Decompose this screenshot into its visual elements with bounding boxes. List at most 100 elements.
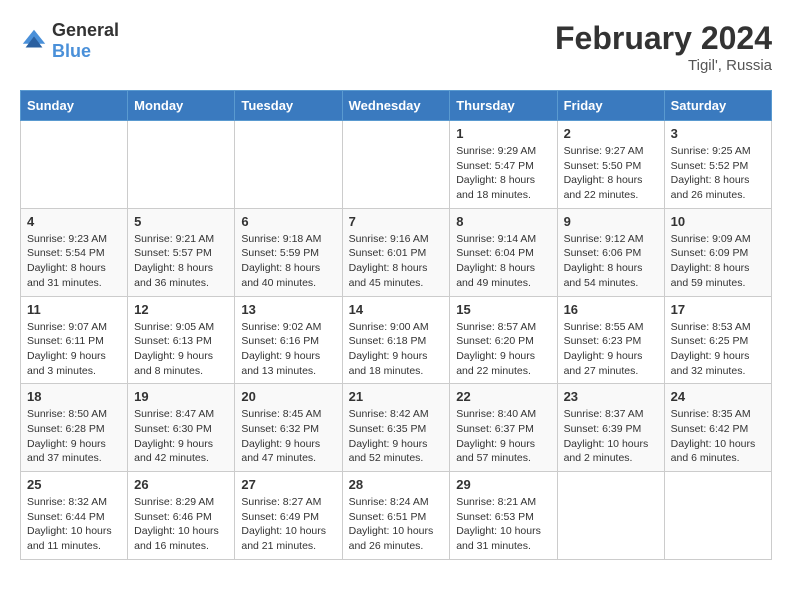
day-number: 9: [564, 214, 658, 229]
logo-text: General Blue: [52, 20, 119, 62]
calendar-cell: 26Sunrise: 8:29 AM Sunset: 6:46 PM Dayli…: [128, 472, 235, 560]
calendar-cell: [664, 472, 771, 560]
calendar-cell: 25 Sunrise: 8:32 AM Sunset: 6:44 PM Dayli…: [21, 472, 128, 560]
day-number: 14: [349, 302, 444, 317]
day-detail: Sunrise: 8:29 AM Sunset: 6:46 PM Dayligh…: [134, 495, 228, 554]
day-number: 12: [134, 302, 228, 317]
day-number: 23: [564, 389, 658, 404]
weekday-row: SundayMondayTuesdayWednesdayThursdayFrid…: [21, 91, 772, 121]
logo: General Blue: [20, 20, 119, 62]
weekday-header-saturday: Saturday: [664, 91, 771, 121]
day-number: 4: [27, 214, 121, 229]
day-detail: Sunrise: 9:12 AM Sunset: 6:06 PM Dayligh…: [564, 232, 658, 291]
day-detail: Sunrise: 9:16 AM Sunset: 6:01 PM Dayligh…: [349, 232, 444, 291]
day-number: 19: [134, 389, 228, 404]
calendar-cell: [342, 121, 450, 209]
weekday-header-thursday: Thursday: [450, 91, 557, 121]
logo-icon: [20, 27, 48, 55]
calendar-cell: 6 Sunrise: 9:18 AM Sunset: 5:59 PM Daylig…: [235, 208, 342, 296]
day-detail: Sunrise: 8:45 AM Sunset: 6:32 PM Dayligh…: [241, 407, 335, 466]
calendar-week-3: 11 Sunrise: 9:07 AM Sunset: 6:11 PM Dayli…: [21, 296, 772, 384]
weekday-header-sunday: Sunday: [21, 91, 128, 121]
location: Tigil', Russia: [555, 57, 772, 74]
day-number: 11: [27, 302, 121, 317]
title-block: February 2024 Tigil', Russia: [555, 20, 772, 74]
logo-blue: Blue: [52, 41, 91, 61]
day-number: 8: [456, 214, 550, 229]
calendar-week-4: 18 Sunrise: 8:50 AM Sunset: 6:28 PM Dayli…: [21, 384, 772, 472]
day-number: 6: [241, 214, 335, 229]
day-number: 22: [456, 389, 550, 404]
day-detail: Sunrise: 8:40 AM Sunset: 6:37 PM Dayligh…: [456, 407, 550, 466]
calendar-cell: [235, 121, 342, 209]
day-detail: Sunrise: 9:02 AM Sunset: 6:16 PM Dayligh…: [241, 320, 335, 379]
day-detail: Sunrise: 8:47 AM Sunset: 6:30 PM Dayligh…: [134, 407, 228, 466]
day-detail: Sunrise: 8:53 AM Sunset: 6:25 PM Dayligh…: [671, 320, 765, 379]
calendar-cell: 23 Sunrise: 8:37 AM Sunset: 6:39 PM Dayli…: [557, 384, 664, 472]
day-detail: Sunrise: 8:32 AM Sunset: 6:44 PM Dayligh…: [27, 495, 121, 554]
day-number: 10: [671, 214, 765, 229]
day-number: 25: [27, 477, 121, 492]
day-number: 13: [241, 302, 335, 317]
calendar-cell: 19 Sunrise: 8:47 AM Sunset: 6:30 PM Dayli…: [128, 384, 235, 472]
calendar-cell: 29Sunrise: 8:21 AM Sunset: 6:53 PM Dayli…: [450, 472, 557, 560]
day-detail: Sunrise: 8:42 AM Sunset: 6:35 PM Dayligh…: [349, 407, 444, 466]
weekday-header-wednesday: Wednesday: [342, 91, 450, 121]
day-detail: Sunrise: 9:14 AM Sunset: 6:04 PM Dayligh…: [456, 232, 550, 291]
calendar-cell: [128, 121, 235, 209]
day-number: 5: [134, 214, 228, 229]
day-number: 1: [456, 126, 550, 141]
calendar-cell: 15Sunrise: 8:57 AM Sunset: 6:20 PM Dayli…: [450, 296, 557, 384]
calendar-week-2: 4 Sunrise: 9:23 AM Sunset: 5:54 PM Daylig…: [21, 208, 772, 296]
day-number: 7: [349, 214, 444, 229]
calendar-cell: 18 Sunrise: 8:50 AM Sunset: 6:28 PM Dayli…: [21, 384, 128, 472]
weekday-header-monday: Monday: [128, 91, 235, 121]
day-detail: Sunrise: 9:25 AM Sunset: 5:52 PM Dayligh…: [671, 144, 765, 203]
day-number: 18: [27, 389, 121, 404]
calendar-week-5: 25 Sunrise: 8:32 AM Sunset: 6:44 PM Dayli…: [21, 472, 772, 560]
weekday-header-tuesday: Tuesday: [235, 91, 342, 121]
day-detail: Sunrise: 9:07 AM Sunset: 6:11 PM Dayligh…: [27, 320, 121, 379]
day-detail: Sunrise: 9:29 AM Sunset: 5:47 PM Dayligh…: [456, 144, 550, 203]
weekday-header-friday: Friday: [557, 91, 664, 121]
calendar-cell: 24Sunrise: 8:35 AM Sunset: 6:42 PM Dayli…: [664, 384, 771, 472]
day-number: 28: [349, 477, 444, 492]
calendar-cell: 14Sunrise: 9:00 AM Sunset: 6:18 PM Dayli…: [342, 296, 450, 384]
day-detail: Sunrise: 9:05 AM Sunset: 6:13 PM Dayligh…: [134, 320, 228, 379]
calendar-cell: 21Sunrise: 8:42 AM Sunset: 6:35 PM Dayli…: [342, 384, 450, 472]
day-detail: Sunrise: 8:35 AM Sunset: 6:42 PM Dayligh…: [671, 407, 765, 466]
page-header: General Blue February 2024 Tigil', Russi…: [20, 20, 772, 74]
calendar-cell: 9 Sunrise: 9:12 AM Sunset: 6:06 PM Daylig…: [557, 208, 664, 296]
calendar-cell: 27 Sunrise: 8:27 AM Sunset: 6:49 PM Dayli…: [235, 472, 342, 560]
day-detail: Sunrise: 9:09 AM Sunset: 6:09 PM Dayligh…: [671, 232, 765, 291]
day-detail: Sunrise: 9:18 AM Sunset: 5:59 PM Dayligh…: [241, 232, 335, 291]
calendar-cell: 5 Sunrise: 9:21 AM Sunset: 5:57 PM Daylig…: [128, 208, 235, 296]
day-detail: Sunrise: 8:55 AM Sunset: 6:23 PM Dayligh…: [564, 320, 658, 379]
day-number: 27: [241, 477, 335, 492]
calendar-cell: 4 Sunrise: 9:23 AM Sunset: 5:54 PM Daylig…: [21, 208, 128, 296]
day-number: 3: [671, 126, 765, 141]
day-detail: Sunrise: 8:37 AM Sunset: 6:39 PM Dayligh…: [564, 407, 658, 466]
calendar-cell: 22 Sunrise: 8:40 AM Sunset: 6:37 PM Dayli…: [450, 384, 557, 472]
calendar-cell: 10 Sunrise: 9:09 AM Sunset: 6:09 PM Dayli…: [664, 208, 771, 296]
day-detail: Sunrise: 9:21 AM Sunset: 5:57 PM Dayligh…: [134, 232, 228, 291]
day-number: 17: [671, 302, 765, 317]
day-number: 20: [241, 389, 335, 404]
calendar-cell: 8 Sunrise: 9:14 AM Sunset: 6:04 PM Daylig…: [450, 208, 557, 296]
day-number: 2: [564, 126, 658, 141]
calendar-cell: 13 Sunrise: 9:02 AM Sunset: 6:16 PM Dayli…: [235, 296, 342, 384]
calendar-cell: [557, 472, 664, 560]
calendar-cell: 17 Sunrise: 8:53 AM Sunset: 6:25 PM Dayli…: [664, 296, 771, 384]
logo-general: General: [52, 20, 119, 40]
calendar-week-1: 1 Sunrise: 9:29 AM Sunset: 5:47 PM Daylig…: [21, 121, 772, 209]
calendar-cell: [21, 121, 128, 209]
day-detail: Sunrise: 8:27 AM Sunset: 6:49 PM Dayligh…: [241, 495, 335, 554]
day-number: 15: [456, 302, 550, 317]
day-number: 16: [564, 302, 658, 317]
calendar-cell: 3 Sunrise: 9:25 AM Sunset: 5:52 PM Daylig…: [664, 121, 771, 209]
calendar-cell: 7 Sunrise: 9:16 AM Sunset: 6:01 PM Daylig…: [342, 208, 450, 296]
calendar-cell: 2Sunrise: 9:27 AM Sunset: 5:50 PM Daylig…: [557, 121, 664, 209]
day-detail: Sunrise: 8:50 AM Sunset: 6:28 PM Dayligh…: [27, 407, 121, 466]
calendar-cell: 28Sunrise: 8:24 AM Sunset: 6:51 PM Dayli…: [342, 472, 450, 560]
day-detail: Sunrise: 9:23 AM Sunset: 5:54 PM Dayligh…: [27, 232, 121, 291]
